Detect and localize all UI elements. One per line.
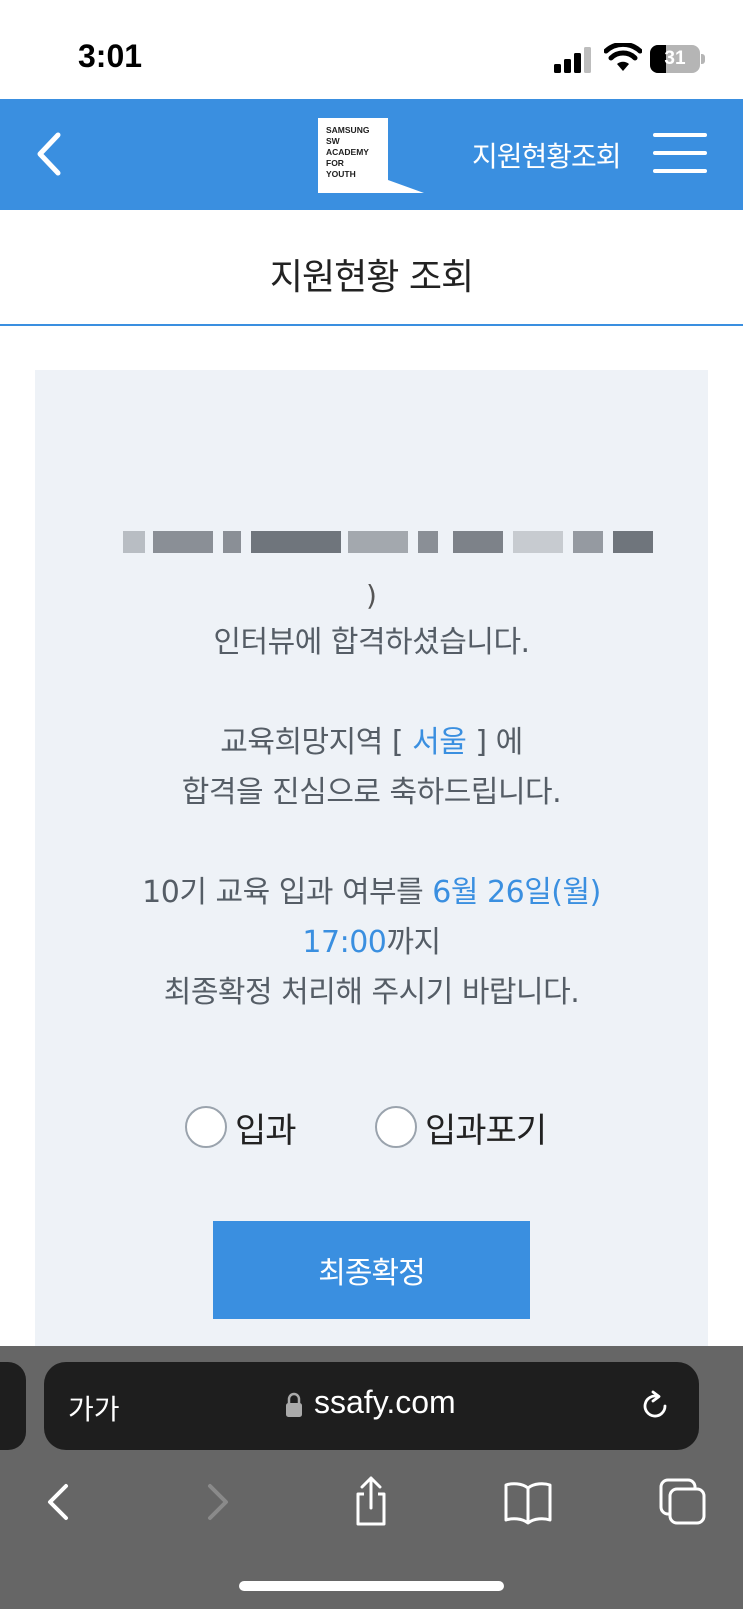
chevron-left-icon[interactable] [30, 129, 70, 179]
previous-tab-stub[interactable] [0, 1362, 26, 1450]
deadline-time: 17:00 [302, 925, 387, 960]
redacted-applicant-info [83, 521, 683, 565]
status-bar: 3:01 31 [0, 0, 743, 99]
result-message: 인터뷰에 합격하셨습니다. [213, 625, 530, 660]
enroll-label: 입과 [235, 1110, 297, 1151]
url-text: ssafy.com [314, 1384, 456, 1420]
home-indicator [239, 1581, 504, 1591]
decline-label: 입과포기 [425, 1110, 547, 1151]
page-title: 지원현황 조회 [269, 257, 474, 298]
bookmarks-icon[interactable] [500, 1474, 556, 1530]
wifi-icon [604, 43, 642, 71]
deadline-time-line: 17:00까지 [302, 925, 441, 960]
share-icon[interactable] [343, 1474, 399, 1530]
congrats-line: 합격을 진심으로 축하드립니다. [181, 775, 562, 810]
enroll-radio[interactable] [185, 1106, 227, 1148]
forward-icon[interactable] [190, 1474, 246, 1530]
region-value: 서울 [412, 725, 467, 760]
hamburger-menu-icon[interactable] [653, 133, 707, 173]
site-header: SAMSUNG SW ACADEMY FOR YOUTH 지원현황조회 [0, 99, 743, 210]
closing-paren: ) [366, 579, 377, 612]
deadline-date: 6월 26일(월) [432, 875, 601, 910]
cellular-signal-icon [554, 47, 591, 73]
reload-icon[interactable] [638, 1389, 672, 1423]
result-card: ) 인터뷰에 합격하셨습니다. 교육희망지역 [ 서울 ] 에 합격을 진심으로… [35, 370, 708, 1350]
browser-chrome: 가가 ssafy.com [0, 1346, 743, 1609]
battery-icon: 31 [650, 45, 705, 73]
browser-toolbar [0, 1474, 743, 1544]
status-time: 3:01 [78, 38, 143, 74]
text-size-button[interactable]: 가가 [68, 1388, 120, 1428]
address-bar[interactable]: 가가 ssafy.com [44, 1362, 699, 1450]
back-icon[interactable] [30, 1474, 86, 1530]
deadline-line: 10기 교육 입과 여부를 6월 26일(월) [142, 875, 601, 910]
final-confirm-button[interactable]: 최종확정 [213, 1221, 530, 1319]
tabs-icon[interactable] [655, 1474, 711, 1530]
enroll-option[interactable]: 입과 [185, 1102, 297, 1152]
logo-text: SAMSUNG SW ACADEMY FOR YOUTH [326, 125, 370, 179]
enroll-options: 입과 입과포기 [35, 1102, 708, 1152]
battery-percent: 31 [664, 48, 686, 69]
decline-radio[interactable] [375, 1106, 417, 1148]
instruction-line: 최종확정 처리해 주시기 바랍니다. [163, 975, 580, 1010]
decline-option[interactable]: 입과포기 [375, 1102, 547, 1152]
ssafy-logo[interactable]: SAMSUNG SW ACADEMY FOR YOUTH [318, 118, 424, 193]
header-title: 지원현황조회 [472, 140, 622, 173]
region-line: 교육희망지역 [ 서울 ] 에 [220, 725, 523, 760]
page-title-bar: 지원현황 조회 [0, 210, 743, 326]
lock-icon [286, 1392, 302, 1417]
